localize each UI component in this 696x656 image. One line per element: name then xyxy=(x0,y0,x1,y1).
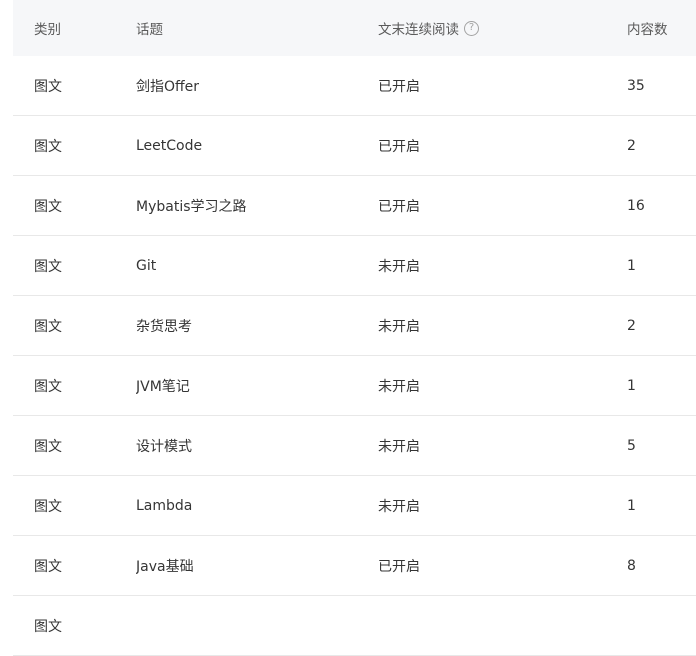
cell-count: 1 xyxy=(627,257,636,274)
cell-continuous-status: 未开启 xyxy=(378,498,420,515)
table-header: 类别 话题 文末连续阅读 ? 内容数 xyxy=(13,0,696,56)
cell-continuous-status: 已开启 xyxy=(378,198,420,215)
cell-type: 图文 xyxy=(34,438,62,455)
cell-count: 2 xyxy=(627,137,636,154)
cell-topic[interactable]: Mybatis学习之路 xyxy=(136,196,247,216)
header-topic: 话题 xyxy=(136,22,163,38)
cell-count: 2 xyxy=(627,317,636,334)
table-row[interactable]: 图文 Mybatis学习之路 已开启 16 xyxy=(13,176,696,236)
table-row[interactable]: 图文 xyxy=(13,596,696,656)
topic-table: 类别 话题 文末连续阅读 ? 内容数 图文 剑指Offer 已开启 35 图文 LeetC… xyxy=(13,0,696,656)
header-count: 内容数 xyxy=(627,22,668,38)
table-row[interactable]: 图文 JVM笔记 未开启 1 xyxy=(13,356,696,416)
question-circle-icon[interactable]: ? xyxy=(464,20,479,36)
table-row[interactable]: 图文 Git 未开启 1 xyxy=(13,236,696,296)
cell-topic[interactable]: Java基础 xyxy=(136,556,194,576)
header-continuous-reading: 文末连续阅读 ? xyxy=(378,18,479,38)
cell-type: 图文 xyxy=(34,558,62,575)
cell-type: 图文 xyxy=(34,138,62,155)
cell-topic[interactable]: 杂货思考 xyxy=(136,316,192,336)
cell-count: 1 xyxy=(627,497,636,514)
table-row[interactable]: 图文 LeetCode 已开启 2 xyxy=(13,116,696,176)
cell-type: 图文 xyxy=(34,618,62,635)
table-row[interactable]: 图文 杂货思考 未开启 2 xyxy=(13,296,696,356)
cell-type: 图文 xyxy=(34,318,62,335)
cell-count: 1 xyxy=(627,377,636,394)
cell-type: 图文 xyxy=(34,78,62,95)
cell-count: 8 xyxy=(627,557,636,574)
cell-topic[interactable]: LeetCode xyxy=(136,138,202,154)
cell-count: 35 xyxy=(627,77,645,94)
cell-count: 16 xyxy=(627,197,645,214)
cell-topic[interactable]: 剑指Offer xyxy=(136,76,199,96)
table-row[interactable]: 图文 剑指Offer 已开启 35 xyxy=(13,56,696,116)
table-row[interactable]: 图文 设计模式 未开启 5 xyxy=(13,416,696,476)
cell-type: 图文 xyxy=(34,498,62,515)
cell-topic[interactable]: 设计模式 xyxy=(136,436,192,456)
cell-topic[interactable]: Git xyxy=(136,258,156,274)
table-row[interactable]: 图文 Lambda 未开启 1 xyxy=(13,476,696,536)
cell-topic[interactable]: JVM笔记 xyxy=(136,376,190,396)
cell-count: 5 xyxy=(627,437,636,454)
cell-topic[interactable]: Lambda xyxy=(136,498,192,514)
cell-type: 图文 xyxy=(34,378,62,395)
table-row[interactable]: 图文 Java基础 已开启 8 xyxy=(13,536,696,596)
header-type: 类别 xyxy=(34,22,61,38)
cell-type: 图文 xyxy=(34,258,62,275)
cell-type: 图文 xyxy=(34,198,62,215)
cell-continuous-status: 未开启 xyxy=(378,318,420,335)
cell-continuous-status: 未开启 xyxy=(378,378,420,395)
cell-continuous-status: 未开启 xyxy=(378,438,420,455)
cell-continuous-status: 已开启 xyxy=(378,558,420,575)
cell-continuous-status: 未开启 xyxy=(378,258,420,275)
cell-continuous-status: 已开启 xyxy=(378,78,420,95)
cell-continuous-status: 已开启 xyxy=(378,138,420,155)
header-continuous-label: 文末连续阅读 xyxy=(378,22,459,38)
